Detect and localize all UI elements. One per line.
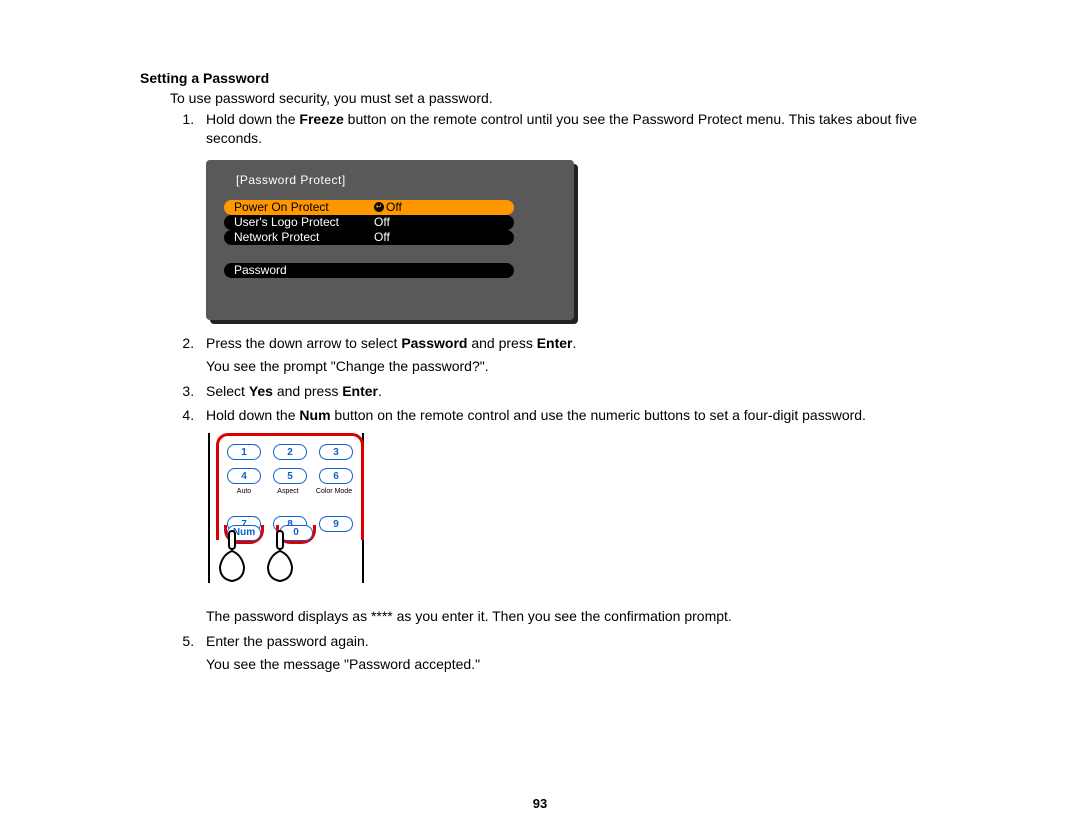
key-5[interactable]: 5 [273,468,307,484]
enter-icon: ↵ [374,202,384,212]
step-5: Enter the password again. You see the me… [198,632,940,674]
page-number: 93 [0,796,1080,811]
password-protect-menu: [Password Protect] Power On Protect ↵ Of… [206,160,574,320]
key-0[interactable]: 0 [279,525,313,541]
key-4[interactable]: 4 [227,468,261,484]
remote-keypad-figure: 1 2 3 4 5 6 Auto Aspect Color Mode 7 8 9 [206,433,366,593]
menu-item-power-on-protect[interactable]: Power On Protect ↵ Off [224,200,514,215]
instruction-list: Hold down the Freeze button on the remot… [170,110,940,674]
key-num[interactable]: Num [227,525,261,541]
label-color-mode: Color Mode [315,487,353,496]
menu-item-password[interactable]: Password [224,263,514,278]
step-4-note: The password displays as **** as you ent… [206,607,940,626]
step-3: Select Yes and press Enter. [198,382,940,401]
intro-text: To use password security, you must set a… [170,90,940,106]
step-1: Hold down the Freeze button on the remot… [198,110,940,320]
menu-item-network-protect[interactable]: Network Protect Off [224,230,514,245]
key-6[interactable]: 6 [319,468,353,484]
section-heading: Setting a Password [140,70,940,86]
menu-title: [Password Protect] [236,172,556,188]
label-aspect: Aspect [271,487,305,496]
key-3[interactable]: 3 [319,444,353,460]
label-auto: Auto [227,487,261,496]
step-2-note: You see the prompt "Change the password?… [206,357,940,376]
step-5-note: You see the message "Password accepted." [206,655,940,674]
key-1[interactable]: 1 [227,444,261,460]
key-9[interactable]: 9 [319,516,353,532]
step-2: Press the down arrow to select Password … [198,334,940,376]
key-2[interactable]: 2 [273,444,307,460]
step-4: Hold down the Num button on the remote c… [198,406,940,626]
menu-item-users-logo-protect[interactable]: User's Logo Protect Off [224,215,514,230]
